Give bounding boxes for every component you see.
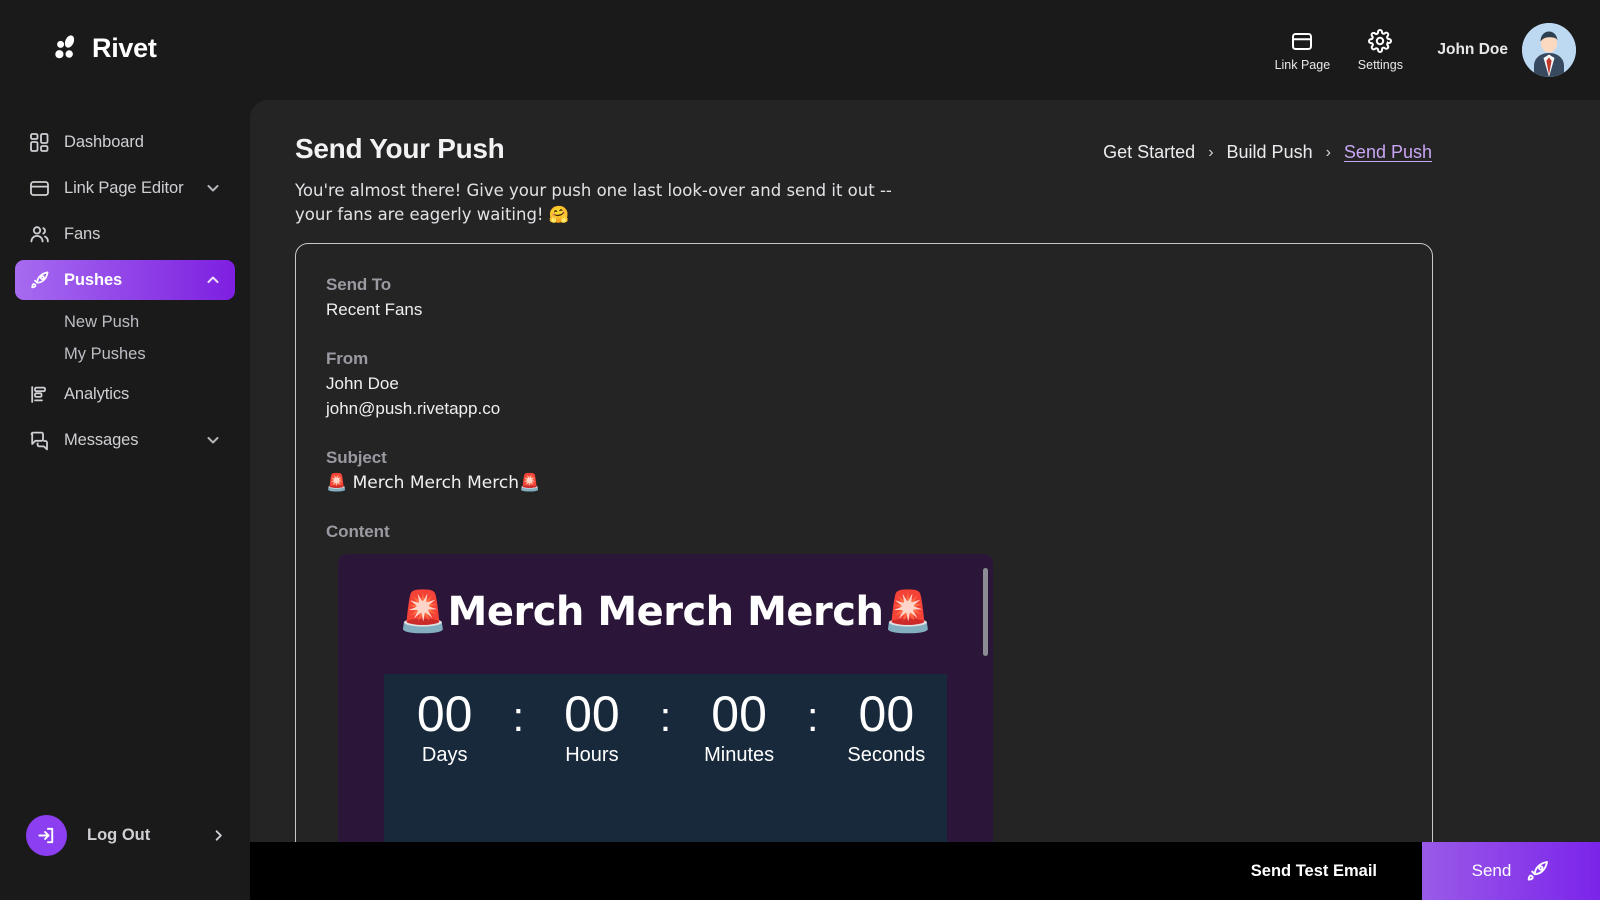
countdown-hours-value: 00 xyxy=(564,685,620,742)
sidebar-nav: Dashboard Link Page Editor Fans Pushes N… xyxy=(0,100,250,460)
header-actions: Link Page Settings John Doe xyxy=(1263,23,1600,77)
field-subject: Subject 🚨 Merch Merch Merch🚨 xyxy=(326,448,1432,496)
sidebar-item-label: Dashboard xyxy=(64,132,144,151)
push-summary-card: Send To Recent Fans From John Doe john@p… xyxy=(295,243,1433,900)
subject-label: Subject xyxy=(326,447,387,467)
page-subtitle: You're almost there! Give your push one … xyxy=(295,181,892,224)
logout-arrow-icon xyxy=(26,815,67,856)
bar-chart-icon xyxy=(29,384,50,405)
settings-button[interactable]: Settings xyxy=(1341,28,1419,72)
sidebar-item-messages[interactable]: Messages xyxy=(15,420,235,460)
sidebar-item-label: Pushes xyxy=(64,270,123,289)
sidebar-item-label: Analytics xyxy=(64,384,130,403)
from-label: From xyxy=(326,348,369,368)
send-button[interactable]: Send xyxy=(1422,842,1600,900)
countdown-days-label: Days xyxy=(421,743,468,766)
gear-icon xyxy=(1368,28,1393,53)
browser-window-icon xyxy=(1290,29,1314,53)
field-content: Content 🚨Merch Merch Merch🚨 00 : 00 : 00… xyxy=(326,522,1432,854)
countdown-days-value: 00 xyxy=(416,685,473,742)
chevron-down-icon xyxy=(205,180,221,196)
field-from: From John Doe john@push.rivetapp.co xyxy=(326,349,1432,422)
send-to-value: Recent Fans xyxy=(326,300,423,319)
sidebar-item-fans[interactable]: Fans xyxy=(15,214,235,254)
preview-scrollbar[interactable] xyxy=(983,567,988,656)
link-page-button[interactable]: Link Page xyxy=(1263,29,1341,72)
breadcrumb-separator: › xyxy=(1208,143,1214,161)
field-send-to: Send To Recent Fans xyxy=(326,275,1432,323)
settings-label: Settings xyxy=(1357,57,1403,72)
breadcrumb-item-build-push[interactable]: Build Push xyxy=(1227,142,1313,163)
app-root: Rivet Link Page Settings John Doe Dashbo… xyxy=(0,0,1600,900)
chat-bubbles-icon xyxy=(29,430,50,451)
main-content: Send Your Push You're almost there! Give… xyxy=(250,100,1600,900)
breadcrumb-separator: › xyxy=(1325,143,1331,161)
logout-label: Log Out xyxy=(87,826,151,844)
chevron-down-icon xyxy=(205,432,221,448)
breadcrumb: Get Started › Build Push › Send Push xyxy=(1103,142,1432,163)
top-header: Rivet Link Page Settings John Doe xyxy=(0,0,1600,100)
sidebar-item-label: Messages xyxy=(64,430,139,449)
chevron-right-icon xyxy=(211,828,226,843)
countdown-values: 00 : 00 : 00 : 00 xyxy=(384,674,947,742)
send-test-email-button[interactable]: Send Test Email xyxy=(1251,862,1377,881)
countdown-separator: : xyxy=(806,692,819,740)
rivet-petal-logo-icon xyxy=(52,33,82,63)
link-page-label: Link Page xyxy=(1274,57,1331,72)
avatar[interactable] xyxy=(1522,23,1576,77)
content-label: Content xyxy=(326,521,390,541)
countdown-timer: 00 : 00 : 00 : 00 Days Hours Minutes Sec… xyxy=(384,673,947,854)
sidebar-item-label: Fans xyxy=(64,224,101,243)
sidebar-subitem-my-pushes[interactable]: My Pushes xyxy=(0,338,250,370)
brand-logo[interactable]: Rivet xyxy=(52,33,157,64)
bottom-action-bar: Send Test Email Send xyxy=(250,842,1600,900)
chevron-up-icon xyxy=(205,272,221,288)
people-icon xyxy=(29,224,50,245)
from-email: john@push.rivetapp.co xyxy=(326,398,501,418)
sidebar-item-analytics[interactable]: Analytics xyxy=(15,374,235,414)
user-name: John Doe xyxy=(1437,41,1508,58)
countdown-hours-label: Hours xyxy=(565,743,619,766)
countdown-seconds-value: 00 xyxy=(858,685,915,742)
browser-window-icon xyxy=(29,178,50,199)
breadcrumb-item-get-started[interactable]: Get Started xyxy=(1103,142,1195,163)
send-to-label: Send To xyxy=(326,275,392,294)
from-name: John Doe xyxy=(326,373,399,393)
subject-value: 🚨 Merch Merch Merch🚨 xyxy=(326,472,541,493)
brand-name: Rivet xyxy=(92,32,157,63)
sidebar: Dashboard Link Page Editor Fans Pushes N… xyxy=(0,100,250,900)
countdown-seconds-label: Seconds xyxy=(847,743,926,766)
email-preview[interactable]: 🚨Merch Merch Merch🚨 00 : 00 : 00 : 00 Da… xyxy=(338,553,993,854)
countdown-separator: : xyxy=(512,692,525,740)
sidebar-item-label: Link Page Editor xyxy=(64,178,184,197)
countdown-minutes-value: 00 xyxy=(711,685,767,742)
preview-headline: 🚨Merch Merch Merch🚨 xyxy=(398,588,933,635)
countdown-separator: : xyxy=(659,692,672,740)
send-button-label: Send xyxy=(1471,861,1512,880)
sidebar-item-pushes[interactable]: Pushes xyxy=(15,260,235,300)
sidebar-item-link-page-editor[interactable]: Link Page Editor xyxy=(15,168,235,208)
rocket-icon xyxy=(29,270,50,291)
grid-dashboard-icon xyxy=(29,132,50,153)
push-summary-fields: Send To Recent Fans From John Doe john@p… xyxy=(296,244,1432,854)
breadcrumb-item-send-push[interactable]: Send Push xyxy=(1344,142,1432,163)
sidebar-item-dashboard[interactable]: Dashboard xyxy=(15,122,235,162)
countdown-minutes-label: Minutes xyxy=(704,743,775,766)
sidebar-subitem-new-push[interactable]: New Push xyxy=(0,306,250,338)
logout-button[interactable]: Log Out xyxy=(0,815,250,856)
rocket-icon xyxy=(1525,859,1550,884)
countdown-labels: Days Hours Minutes Seconds xyxy=(384,744,947,767)
